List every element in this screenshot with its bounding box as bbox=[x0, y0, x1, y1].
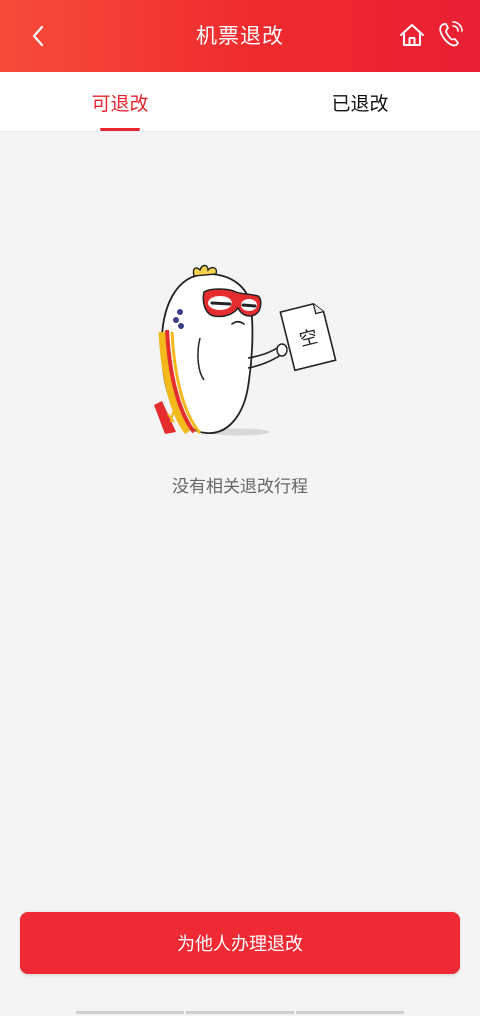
home-indicator-segment bbox=[76, 1011, 184, 1014]
empty-state-mascot-illustration: 空 bbox=[154, 264, 337, 436]
tab-refunded[interactable]: 已退改 bbox=[240, 72, 480, 132]
handle-for-others-button[interactable]: 为他人办理退改 bbox=[20, 912, 460, 974]
phone-icon bbox=[439, 21, 463, 47]
home-button[interactable] bbox=[397, 20, 427, 50]
active-tab-indicator bbox=[100, 128, 140, 131]
home-indicator-segment bbox=[186, 1011, 294, 1014]
home-icon bbox=[400, 24, 424, 46]
home-indicator bbox=[0, 1008, 480, 1016]
tab-refundable[interactable]: 可退改 bbox=[0, 72, 240, 132]
phone-button[interactable] bbox=[436, 20, 464, 50]
app-header: 机票退改 bbox=[0, 0, 480, 72]
home-indicator-segment bbox=[296, 1011, 404, 1014]
tab-bar: 可退改 已退改 bbox=[0, 72, 480, 132]
empty-state-message: 没有相关退改行程 bbox=[172, 477, 308, 497]
